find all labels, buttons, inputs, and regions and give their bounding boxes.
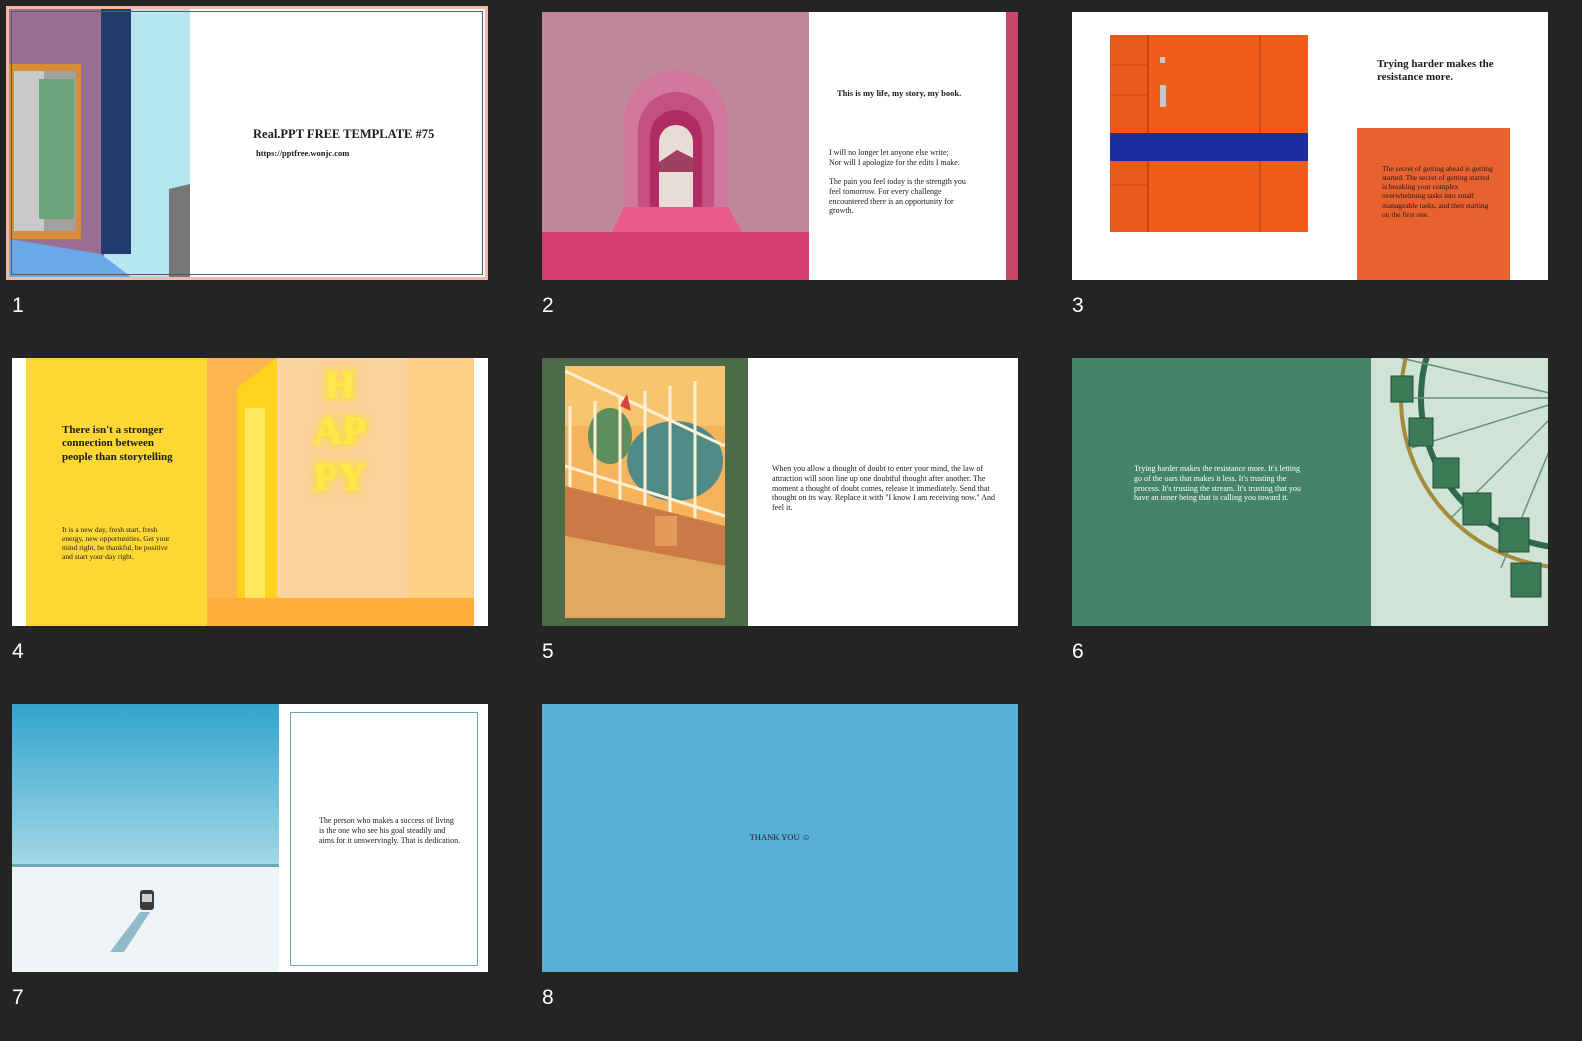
architecture-photo	[9, 9, 190, 277]
balcony-plant-photo	[565, 366, 725, 618]
slide-paragraph: Trying harder makes the resistance more.…	[1134, 464, 1301, 503]
box-paragraph: The secret of getting ahead is getting s…	[1382, 164, 1493, 219]
slide-heading: There isn't a stronger connection betwee…	[62, 424, 173, 463]
text-line-2: Nor will I apologize for the edits I mak…	[829, 158, 960, 167]
slide-paragraph: When you allow a thought of doubt to ent…	[772, 464, 996, 512]
slide-heading: Trying harder makes the resistance more.	[1377, 58, 1494, 84]
slide-url: https://pptfree.wonjc.com	[256, 148, 350, 158]
pink-arches-photo	[542, 12, 809, 280]
sky-horizon-photo	[12, 704, 279, 972]
slide-number-3: 3	[1072, 294, 1084, 317]
text-line-1: I will no longer let anyone else write;	[829, 148, 949, 157]
slide-number-7: 7	[12, 986, 24, 1009]
slide-paragraph: The person who makes a success of living…	[319, 816, 461, 845]
slide-thumbnail-1[interactable]: Real.PPT FREE TEMPLATE #75 https://pptfr…	[6, 6, 488, 280]
slide-number-1: 1	[12, 294, 24, 317]
slide-number-2: 2	[542, 294, 554, 317]
slide-thumbnail-8[interactable]: THANK YOU ☺	[542, 704, 1018, 972]
slide-thumbnail-2[interactable]: This is my life, my story, my book. I wi…	[542, 12, 1018, 280]
ferris-wheel-photo	[1371, 358, 1548, 626]
slide-number-8: 8	[542, 986, 554, 1009]
slide-thumbnail-7[interactable]: The person who makes a success of living…	[12, 704, 488, 972]
slide-thumbnail-3[interactable]: Trying harder makes the resistance more.…	[1072, 12, 1548, 280]
slide-number-5: 5	[542, 640, 554, 663]
slide-heading: This is my life, my story, my book.	[837, 88, 962, 98]
slide-thumbnail-4[interactable]: HAPPY There isn't a stronger connection …	[12, 358, 488, 626]
slide-thumbnail-6[interactable]: Trying harder makes the resistance more.…	[1072, 358, 1548, 626]
slide-paragraph: It is a new day, fresh start, fresh ener…	[62, 525, 170, 562]
yellow-panel	[26, 358, 207, 626]
orange-door-photo	[1110, 35, 1308, 232]
slide-thumbnail-5[interactable]: When you allow a thought of doubt to ent…	[542, 358, 1018, 626]
slide-number-4: 4	[12, 640, 24, 663]
slide-title: Real.PPT FREE TEMPLATE #75	[253, 127, 435, 141]
neon-happy-sign: HAPPY	[313, 362, 367, 499]
slide-paragraph: The pain you feel today is the strength …	[829, 177, 966, 216]
slide-number-6: 6	[1072, 640, 1084, 663]
accent-stripe	[1006, 12, 1018, 280]
thank-you-text: THANK YOU ☺	[749, 832, 811, 842]
slide-sorter-grid: Real.PPT FREE TEMPLATE #75 https://pptfr…	[0, 0, 1582, 1041]
